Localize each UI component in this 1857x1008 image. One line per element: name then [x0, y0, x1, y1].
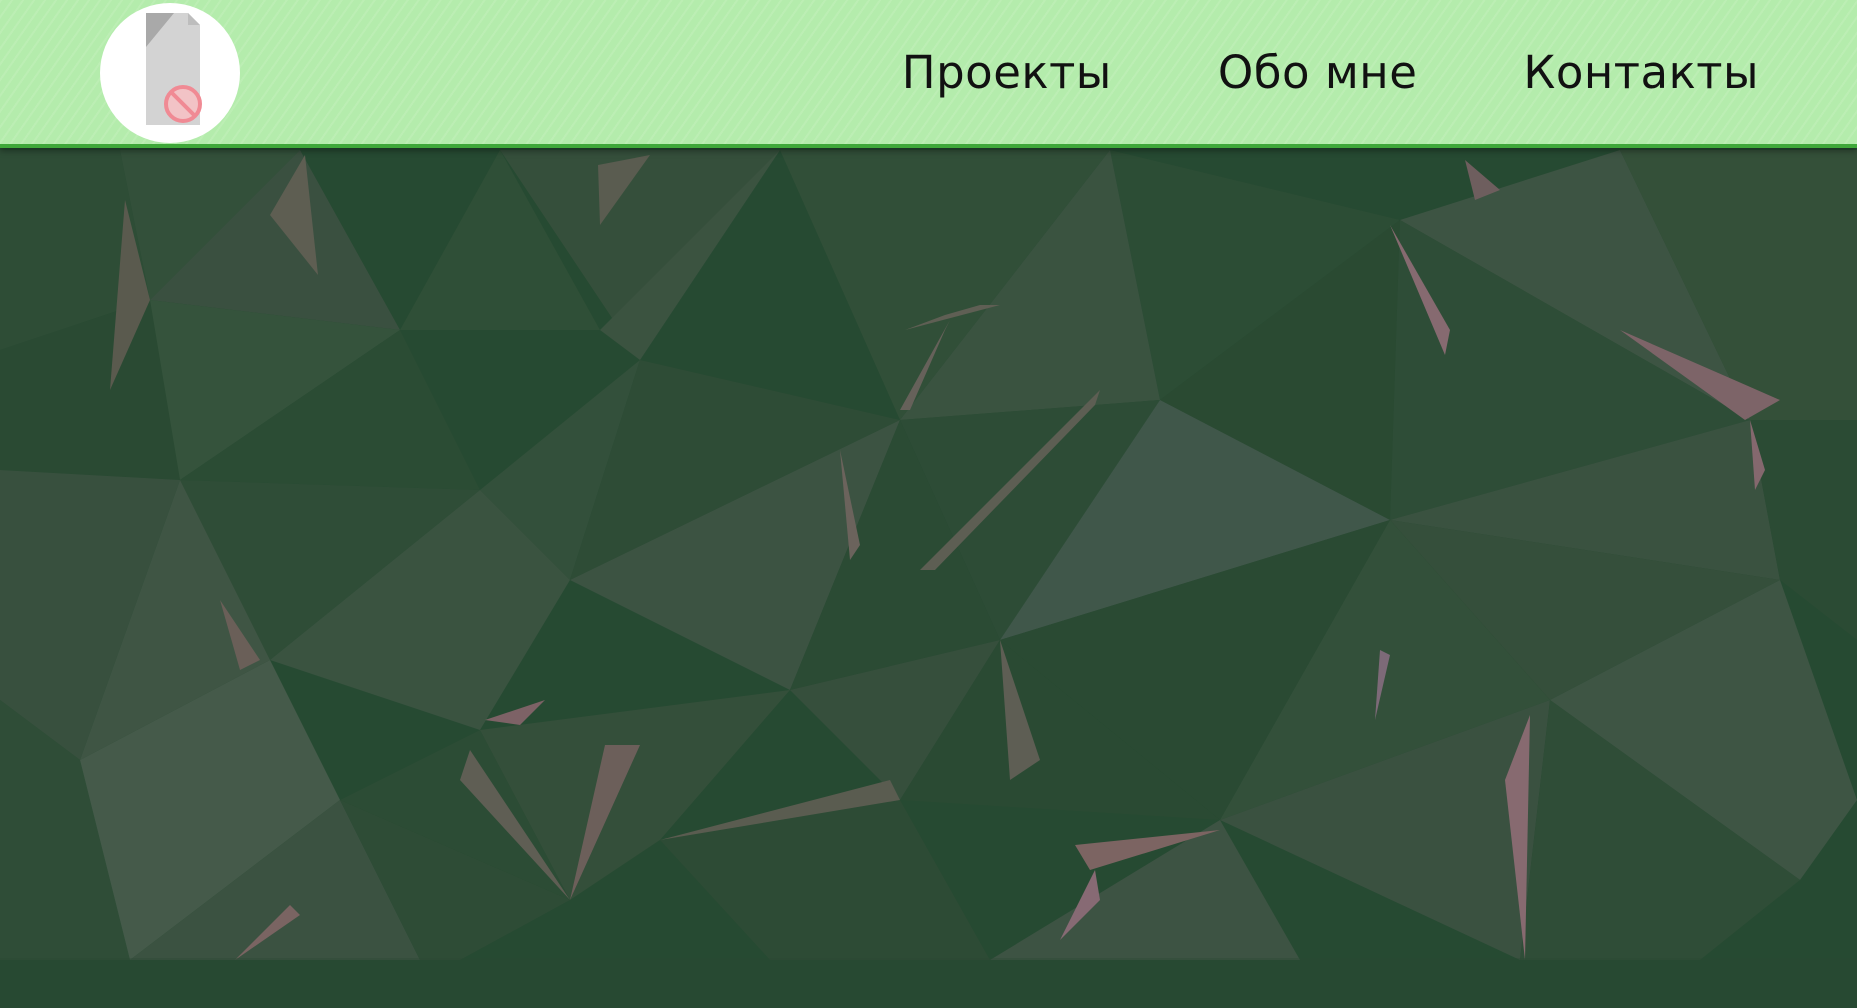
- site-header: Проекты Обо мне Контакты: [0, 0, 1857, 148]
- low-poly-background: [0, 0, 1857, 1008]
- nav-link-projects[interactable]: Проекты: [902, 46, 1112, 99]
- main-nav: Проекты Обо мне Контакты: [902, 0, 1759, 144]
- nav-link-about[interactable]: Обо мне: [1218, 46, 1418, 99]
- logo-link[interactable]: [100, 3, 240, 143]
- nav-link-contacts[interactable]: Контакты: [1523, 46, 1759, 99]
- broken-image-icon: [122, 7, 218, 139]
